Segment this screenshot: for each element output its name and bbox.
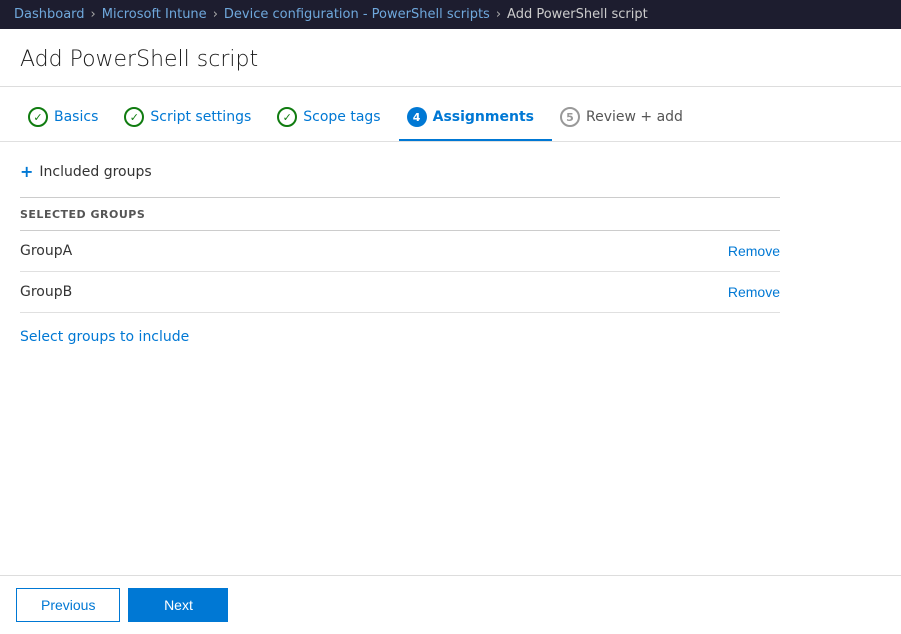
expand-icon: +: [20, 162, 33, 181]
remove-group-a-button[interactable]: Remove: [728, 243, 780, 259]
bottom-bar: Previous Next: [0, 575, 901, 634]
tab-scope-tags-label: Scope tags: [303, 109, 380, 125]
breadcrumb-intune[interactable]: Microsoft Intune: [102, 7, 207, 22]
select-groups-link[interactable]: Select groups to include: [20, 329, 189, 345]
wizard-tabs: Basics Script settings Scope tags 4 Assi…: [0, 97, 901, 141]
groups-table-header: SELECTED GROUPS: [20, 197, 780, 231]
tab-review-add[interactable]: 5 Review + add: [552, 97, 701, 141]
breadcrumb-sep-1: ›: [91, 7, 96, 22]
title-divider: [0, 86, 901, 87]
page-title-area: Add PowerShell script: [0, 29, 901, 82]
tab-basics[interactable]: Basics: [20, 97, 116, 141]
group-name-b: GroupB: [20, 284, 72, 300]
remove-group-b-button[interactable]: Remove: [728, 284, 780, 300]
next-button[interactable]: Next: [128, 588, 228, 622]
tab-script-settings-badge: [124, 107, 144, 127]
tab-basics-label: Basics: [54, 109, 98, 125]
breadcrumb-sep-2: ›: [213, 7, 218, 22]
previous-button[interactable]: Previous: [16, 588, 120, 622]
tab-assignments-label: Assignments: [433, 109, 534, 125]
tab-assignments[interactable]: 4 Assignments: [399, 97, 552, 141]
included-groups-label: Included groups: [39, 164, 151, 180]
groups-table: SELECTED GROUPS GroupA Remove GroupB Rem…: [20, 197, 780, 313]
tab-review-add-label: Review + add: [586, 109, 683, 125]
breadcrumb-device-config[interactable]: Device configuration - PowerShell script…: [224, 7, 490, 22]
breadcrumb: Dashboard › Microsoft Intune › Device co…: [0, 0, 901, 29]
content-area: + Included groups SELECTED GROUPS GroupA…: [0, 142, 901, 365]
page-title: Add PowerShell script: [20, 47, 881, 72]
tab-script-settings-label: Script settings: [150, 109, 251, 125]
table-row: GroupB Remove: [20, 272, 780, 313]
included-groups-toggle[interactable]: + Included groups: [20, 162, 881, 181]
breadcrumb-current: Add PowerShell script: [507, 7, 648, 22]
breadcrumb-dashboard[interactable]: Dashboard: [14, 7, 85, 22]
group-name-a: GroupA: [20, 243, 72, 259]
tab-script-settings[interactable]: Script settings: [116, 97, 269, 141]
tab-basics-badge: [28, 107, 48, 127]
tab-review-add-badge: 5: [560, 107, 580, 127]
selected-groups-column-header: SELECTED GROUPS: [20, 208, 145, 221]
table-row: GroupA Remove: [20, 231, 780, 272]
tab-scope-tags-badge: [277, 107, 297, 127]
tab-assignments-badge: 4: [407, 107, 427, 127]
tab-scope-tags[interactable]: Scope tags: [269, 97, 398, 141]
breadcrumb-sep-3: ›: [496, 7, 501, 22]
